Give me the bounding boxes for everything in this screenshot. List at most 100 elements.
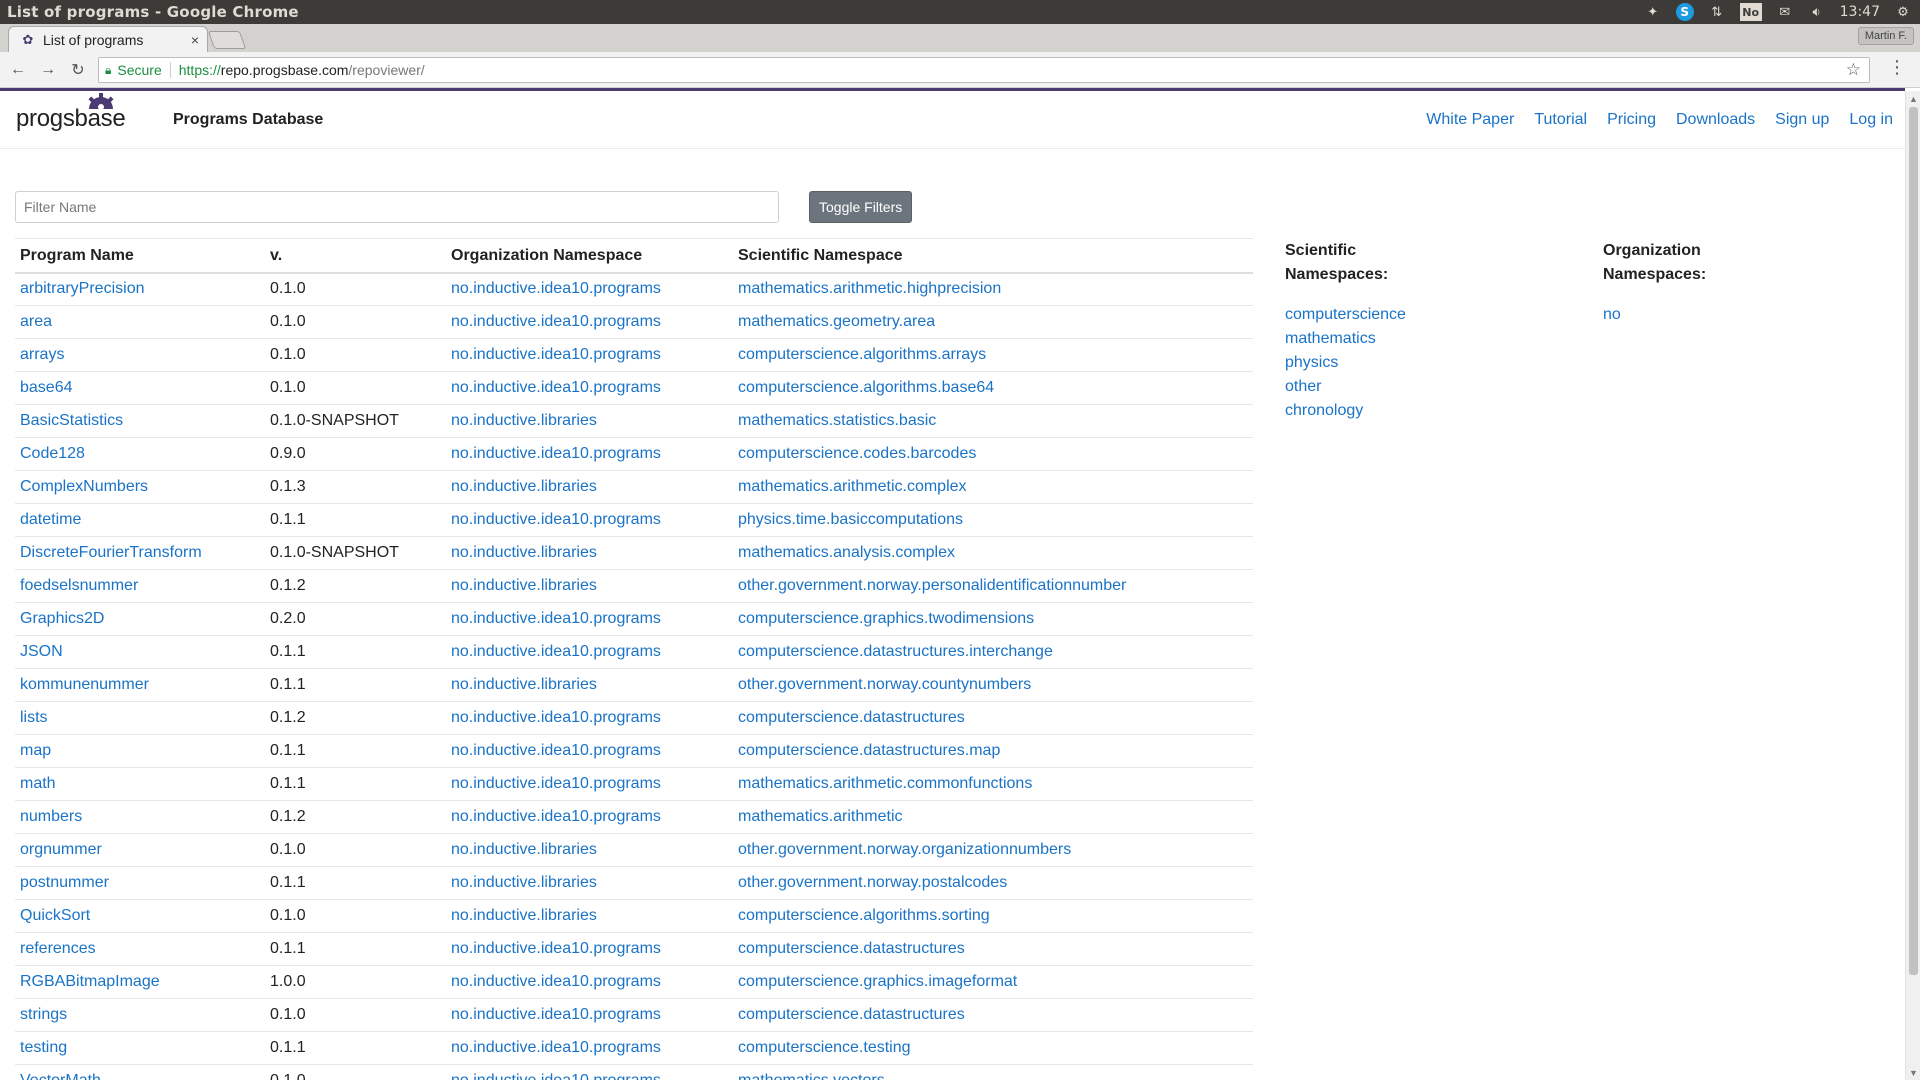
scientific-namespace-link[interactable]: other.government.norway.postalcodes (738, 874, 1007, 891)
organization-namespace-link[interactable]: no.inductive.libraries (451, 478, 597, 495)
scientific-namespace-physics[interactable]: physics (1285, 354, 1338, 371)
network-icon[interactable]: ⇅ (1708, 3, 1726, 21)
program-name-link[interactable]: area (20, 313, 52, 330)
program-name-link[interactable]: Code128 (20, 445, 85, 462)
scientific-namespace-link[interactable]: mathematics.analysis.complex (738, 544, 955, 561)
scientific-namespace-link[interactable]: computerscience.algorithms.base64 (738, 379, 994, 396)
organization-namespace-link[interactable]: no.inductive.idea10.programs (451, 445, 661, 462)
toggle-filters-button[interactable]: Toggle Filters (809, 191, 913, 223)
nav-white-paper[interactable]: White Paper (1426, 111, 1514, 129)
organization-namespace-link[interactable]: no.inductive.idea10.programs (451, 610, 661, 627)
clock[interactable]: 13:47 (1840, 4, 1880, 20)
settings-gear-icon[interactable]: ⚙ (1894, 3, 1912, 21)
organization-namespace-link[interactable]: no.inductive.libraries (451, 676, 597, 693)
program-name-link[interactable]: testing (20, 1039, 67, 1056)
scientific-namespace-link[interactable]: mathematics.statistics.basic (738, 412, 936, 429)
program-name-link[interactable]: map (20, 742, 51, 759)
filter-name-input[interactable] (15, 191, 779, 223)
scientific-namespace-other[interactable]: other (1285, 378, 1321, 395)
organization-namespace-link[interactable]: no.inductive.idea10.programs (451, 280, 661, 297)
organization-namespace-link[interactable]: no.inductive.libraries (451, 841, 597, 858)
scientific-namespace-chronology[interactable]: chronology (1285, 402, 1363, 419)
organization-namespace-link[interactable]: no.inductive.idea10.programs (451, 379, 661, 396)
browser-tab-active[interactable]: ✿ List of programs × (8, 26, 208, 52)
tab-close-icon[interactable]: × (191, 32, 199, 48)
program-name-link[interactable]: orgnummer (20, 841, 102, 858)
nav-pricing[interactable]: Pricing (1607, 111, 1656, 129)
scientific-namespace-computerscience[interactable]: computerscience (1285, 306, 1406, 323)
volume-icon[interactable]: 🔉︎ (1808, 3, 1826, 21)
organization-namespace-link[interactable]: no.inductive.idea10.programs (451, 1072, 661, 1080)
program-name-link[interactable]: BasicStatistics (20, 412, 123, 429)
scientific-namespace-link[interactable]: computerscience.datastructures.map (738, 742, 1000, 759)
mail-icon[interactable]: ✉ (1776, 3, 1794, 21)
program-name-link[interactable]: numbers (20, 808, 82, 825)
scientific-namespace-link[interactable]: other.government.norway.organizationnumb… (738, 841, 1071, 858)
program-name-link[interactable]: strings (20, 1006, 67, 1023)
scientific-namespace-link[interactable]: computerscience.testing (738, 1039, 911, 1056)
nav-tutorial[interactable]: Tutorial (1534, 111, 1587, 129)
scientific-namespace-link[interactable]: other.government.norway.personalidentifi… (738, 577, 1126, 594)
program-name-link[interactable]: postnummer (20, 874, 109, 891)
scientific-namespace-link[interactable]: mathematics.geometry.area (738, 313, 935, 330)
organization-namespace-link[interactable]: no.inductive.idea10.programs (451, 775, 661, 792)
reload-icon[interactable]: ↻ (66, 58, 90, 82)
program-name-link[interactable]: base64 (20, 379, 73, 396)
scientific-namespace-link[interactable]: mathematics.arithmetic.commonfunctions (738, 775, 1032, 792)
back-arrow-icon[interactable]: ← (6, 58, 30, 82)
scientific-namespace-link[interactable]: other.government.norway.countynumbers (738, 676, 1031, 693)
program-name-link[interactable]: arbitraryPrecision (20, 280, 144, 297)
scientific-namespace-link[interactable]: mathematics.arithmetic.complex (738, 478, 967, 495)
scientific-namespace-link[interactable]: mathematics.arithmetic (738, 808, 903, 825)
dropbox-icon[interactable]: ✦ (1644, 3, 1662, 21)
organization-namespace-link[interactable]: no.inductive.idea10.programs (451, 643, 661, 660)
address-bar[interactable]: 🔒︎ Secure https://repo.progsbase.com/rep… (98, 57, 1870, 83)
program-name-link[interactable]: lists (20, 709, 48, 726)
scientific-namespace-link[interactable]: computerscience.algorithms.arrays (738, 346, 986, 363)
bookmark-star-icon[interactable]: ☆ (1846, 60, 1861, 80)
new-tab-button[interactable] (207, 31, 247, 49)
organization-namespace-link[interactable]: no.inductive.libraries (451, 874, 597, 891)
progsbase-logo[interactable]: progsbase (16, 93, 126, 133)
organization-namespace-link[interactable]: no.inductive.idea10.programs (451, 742, 661, 759)
scientific-namespace-link[interactable]: computerscience.graphics.imageformat (738, 973, 1017, 990)
program-name-link[interactable]: foedselsnummer (20, 577, 138, 594)
program-name-link[interactable]: VectorMath (20, 1072, 101, 1080)
organization-namespace-link[interactable]: no.inductive.idea10.programs (451, 808, 661, 825)
organization-namespace-link[interactable]: no.inductive.idea10.programs (451, 709, 661, 726)
scientific-namespace-link[interactable]: computerscience.algorithms.sorting (738, 907, 990, 924)
organization-namespace-link[interactable]: no.inductive.libraries (451, 412, 597, 429)
organization-namespace-link[interactable]: no.inductive.idea10.programs (451, 973, 661, 990)
program-name-link[interactable]: kommunenummer (20, 676, 149, 693)
organization-namespace-link[interactable]: no.inductive.idea10.programs (451, 1006, 661, 1023)
organization-namespace-link[interactable]: no.inductive.idea10.programs (451, 1039, 661, 1056)
scientific-namespace-link[interactable]: physics.time.basiccomputations (738, 511, 963, 528)
keyboard-layout-icon[interactable]: No (1739, 3, 1762, 21)
nav-downloads[interactable]: Downloads (1676, 111, 1755, 129)
scientific-namespace-link[interactable]: mathematics.vectors (738, 1072, 885, 1080)
scientific-namespace-link[interactable]: computerscience.datastructures (738, 709, 965, 726)
organization-namespace-link[interactable]: no.inductive.libraries (451, 544, 597, 561)
program-name-link[interactable]: arrays (20, 346, 64, 363)
scroll-down-arrow-icon[interactable]: ▼ (1906, 1065, 1920, 1080)
scrollbar-thumb[interactable] (1909, 107, 1918, 975)
lock-icon[interactable]: 🔒︎ (105, 63, 111, 78)
scientific-namespace-link[interactable]: computerscience.datastructures.interchan… (738, 643, 1053, 660)
scientific-namespace-link[interactable]: computerscience.datastructures (738, 1006, 965, 1023)
organization-namespace-link[interactable]: no.inductive.libraries (451, 907, 597, 924)
organization-namespace-link[interactable]: no.inductive.idea10.programs (451, 346, 661, 363)
scientific-namespace-link[interactable]: mathematics.arithmetic.highprecision (738, 280, 1001, 297)
page-scrollbar[interactable]: ▲ ▼ (1905, 91, 1920, 1080)
program-name-link[interactable]: RGBABitmapImage (20, 973, 160, 990)
program-name-link[interactable]: ComplexNumbers (20, 478, 148, 495)
nav-log-in[interactable]: Log in (1849, 111, 1893, 129)
skype-icon[interactable]: S (1675, 3, 1694, 21)
scroll-up-arrow-icon[interactable]: ▲ (1906, 91, 1920, 106)
scientific-namespace-link[interactable]: computerscience.datastructures (738, 940, 965, 957)
program-name-link[interactable]: Graphics2D (20, 610, 104, 627)
program-name-link[interactable]: DiscreteFourierTransform (20, 544, 202, 561)
program-name-link[interactable]: JSON (20, 643, 63, 660)
forward-arrow-icon[interactable]: → (36, 58, 60, 82)
organization-namespace-link[interactable]: no.inductive.idea10.programs (451, 511, 661, 528)
organization-namespace-link[interactable]: no.inductive.idea10.programs (451, 313, 661, 330)
